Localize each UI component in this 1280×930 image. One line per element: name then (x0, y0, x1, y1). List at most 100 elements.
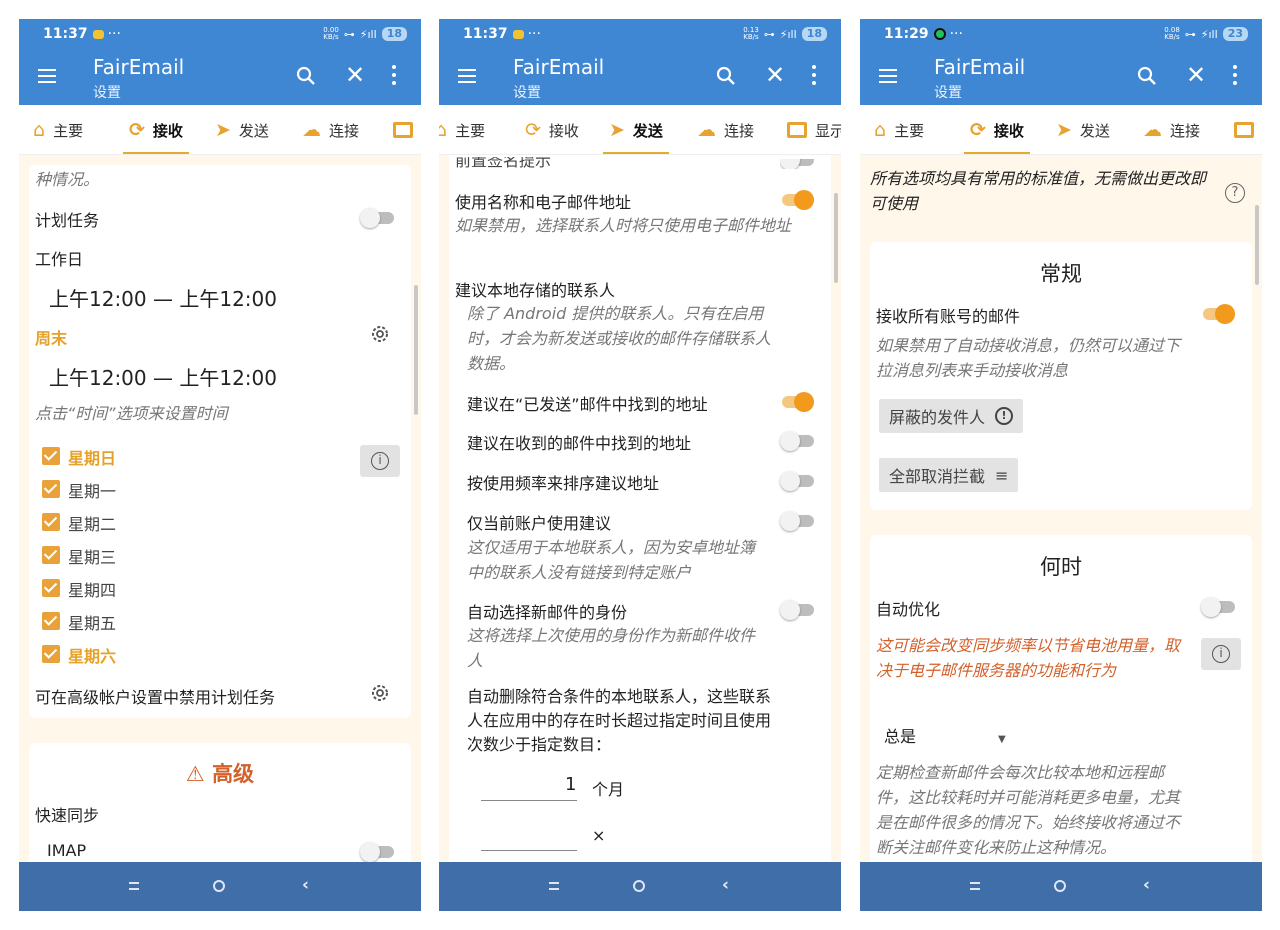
settings-tabs: ⌂主要 ⟳接收 ➤发送 ☁连接 显示 (439, 105, 841, 155)
checkbox-saturday[interactable] (42, 645, 60, 663)
tab-display[interactable] (393, 105, 413, 154)
fragment-text: 种情况。 (35, 170, 100, 189)
tab-connection[interactable]: ☁ 连接 (1143, 105, 1200, 154)
current-account-switch[interactable] (780, 510, 814, 531)
tab-main[interactable]: ⌂主要 (439, 105, 485, 154)
home-button-icon[interactable] (633, 880, 645, 892)
use-name-label: 使用名称和电子邮件地址 (455, 193, 632, 212)
weekend-time-range[interactable]: 上午12:00 — 上午12:00 (49, 362, 277, 391)
unblock-all-button[interactable]: 全部取消拦截 ≡ (879, 458, 1019, 492)
times-input-underline[interactable] (481, 850, 577, 851)
dropdown-arrow-icon: ▼ (998, 734, 1006, 745)
tab-connection[interactable]: ☁ 连接 (302, 105, 359, 154)
menu-icon[interactable] (38, 69, 56, 83)
suggest-local-hint: 除了 Android 提供的联系人。只有在启用时，才会为新发送或接收的邮件存储联… (467, 304, 772, 373)
workdays-time-range[interactable]: 上午12:00 — 上午12:00 (49, 283, 277, 312)
sort-icon: ≡ (995, 465, 1009, 485)
auto-identity-hint: 这将选择上次使用的身份作为新邮件收件人 (467, 626, 756, 670)
alert-icon: ! (995, 407, 1014, 425)
close-icon[interactable]: ✕ (345, 61, 365, 89)
use-name-switch[interactable] (780, 189, 814, 210)
imap-switch[interactable] (360, 841, 394, 862)
checkbox-wednesday[interactable] (42, 546, 60, 564)
search-icon[interactable] (1136, 65, 1158, 87)
more-options-icon[interactable] (1232, 63, 1238, 89)
tab-receive[interactable]: ⟳ 接收 (525, 105, 579, 154)
poll-all-switch[interactable] (1201, 303, 1235, 324)
times-unit: × (592, 826, 606, 845)
scrollbar[interactable] (414, 285, 418, 415)
tab-receive[interactable]: ⟳ 接收 (964, 105, 1030, 154)
send-icon: ➤ (609, 119, 625, 141)
frequency-select[interactable]: 总是 ▼ (884, 723, 1006, 747)
tab-connection[interactable]: ☁ 连接 (697, 105, 754, 154)
scrollbar[interactable] (1255, 205, 1259, 285)
back-icon[interactable]: ‹ (302, 875, 309, 895)
info-icon: i (371, 452, 389, 470)
tab-send[interactable]: ➤ 发送 (1056, 105, 1110, 154)
tab-main[interactable]: ⌂主要 (33, 105, 83, 154)
tab-send[interactable]: ➤ 发送 (215, 105, 269, 154)
close-icon[interactable]: ✕ (765, 61, 785, 89)
imap-label: IMAP (47, 841, 87, 860)
disable-schedule-hint: 可在高级帐户设置中禁用计划任务 (35, 688, 276, 707)
fragment-text: 前置签名提示 (455, 155, 552, 170)
tab-main[interactable]: ⌂主要 (874, 105, 924, 154)
info-button[interactable]: i (360, 445, 400, 477)
info-button[interactable]: i (1201, 638, 1241, 670)
checkbox-sunday[interactable] (42, 447, 60, 465)
recent-apps-icon[interactable] (970, 882, 980, 890)
gear-icon[interactable] (369, 682, 391, 704)
checkbox-monday[interactable] (42, 480, 60, 498)
poll-all-hint: 如果禁用了自动接收消息，仍然可以通过下拉消息列表来手动接收消息 (876, 336, 1181, 380)
help-icon[interactable]: ? (1225, 183, 1245, 203)
suggest-sent-switch[interactable] (780, 391, 814, 412)
signal-icon: ⚡ıll (1200, 27, 1218, 41)
search-icon[interactable] (715, 65, 737, 87)
current-account-label: 仅当前账户使用建议 (467, 514, 612, 533)
more-options-icon[interactable] (391, 63, 397, 89)
advanced-title: ⚠ 高级 (185, 762, 255, 786)
battery-level: 18 (801, 27, 827, 41)
status-more: ··· (949, 26, 963, 42)
sort-frequency-switch[interactable] (780, 470, 814, 491)
sync-icon: ⟳ (525, 119, 541, 141)
phone-screen-receive: 11:29 ··· 0.08 KB/s ⊶ ⚡ıll 23 FairEmail 设… (860, 19, 1262, 911)
back-icon[interactable]: ‹ (1143, 875, 1150, 895)
months-input-underline (481, 800, 577, 801)
schedule-switch[interactable] (360, 207, 394, 228)
defaults-banner: 所有选项均具有常用的标准值，无需做出更改即可使用 (870, 169, 1207, 213)
app-bar: FairEmail 设置 ✕ (860, 49, 1262, 105)
checkbox-thursday[interactable] (42, 579, 60, 597)
day-label: 星期六 (68, 647, 117, 666)
recent-apps-icon[interactable] (129, 882, 139, 890)
info-icon: i (1212, 645, 1230, 663)
app-title: FairEmail (93, 55, 185, 79)
tab-receive[interactable]: ⟳ 接收 (123, 105, 189, 154)
close-icon[interactable]: ✕ (1186, 61, 1206, 89)
more-options-icon[interactable] (811, 63, 817, 89)
search-icon[interactable] (295, 65, 317, 87)
months-input[interactable]: 1 (565, 774, 576, 795)
app-title: FairEmail (513, 55, 605, 79)
system-nav-bar: ‹ (439, 862, 841, 911)
gear-icon[interactable] (369, 323, 391, 345)
checkbox-tuesday[interactable] (42, 513, 60, 531)
blocked-senders-button[interactable]: 屏蔽的发件人! (879, 399, 1024, 433)
recent-apps-icon[interactable] (549, 882, 559, 890)
home-button-icon[interactable] (1054, 880, 1066, 892)
back-icon[interactable]: ‹ (722, 875, 729, 895)
cloud-icon: ☁ (302, 119, 321, 141)
tab-send[interactable]: ➤ 发送 (603, 105, 669, 154)
scrollbar[interactable] (834, 193, 838, 283)
tab-display[interactable] (1234, 105, 1254, 154)
tab-display[interactable]: 显示 (787, 105, 841, 154)
auto-optimize-switch[interactable] (1201, 596, 1235, 617)
home-button-icon[interactable] (213, 880, 225, 892)
menu-icon[interactable] (879, 69, 897, 83)
checkbox-friday[interactable] (42, 612, 60, 630)
prior-switch[interactable] (780, 159, 814, 169)
menu-icon[interactable] (458, 69, 476, 83)
suggest-received-switch[interactable] (780, 430, 814, 451)
auto-identity-switch[interactable] (780, 599, 814, 620)
